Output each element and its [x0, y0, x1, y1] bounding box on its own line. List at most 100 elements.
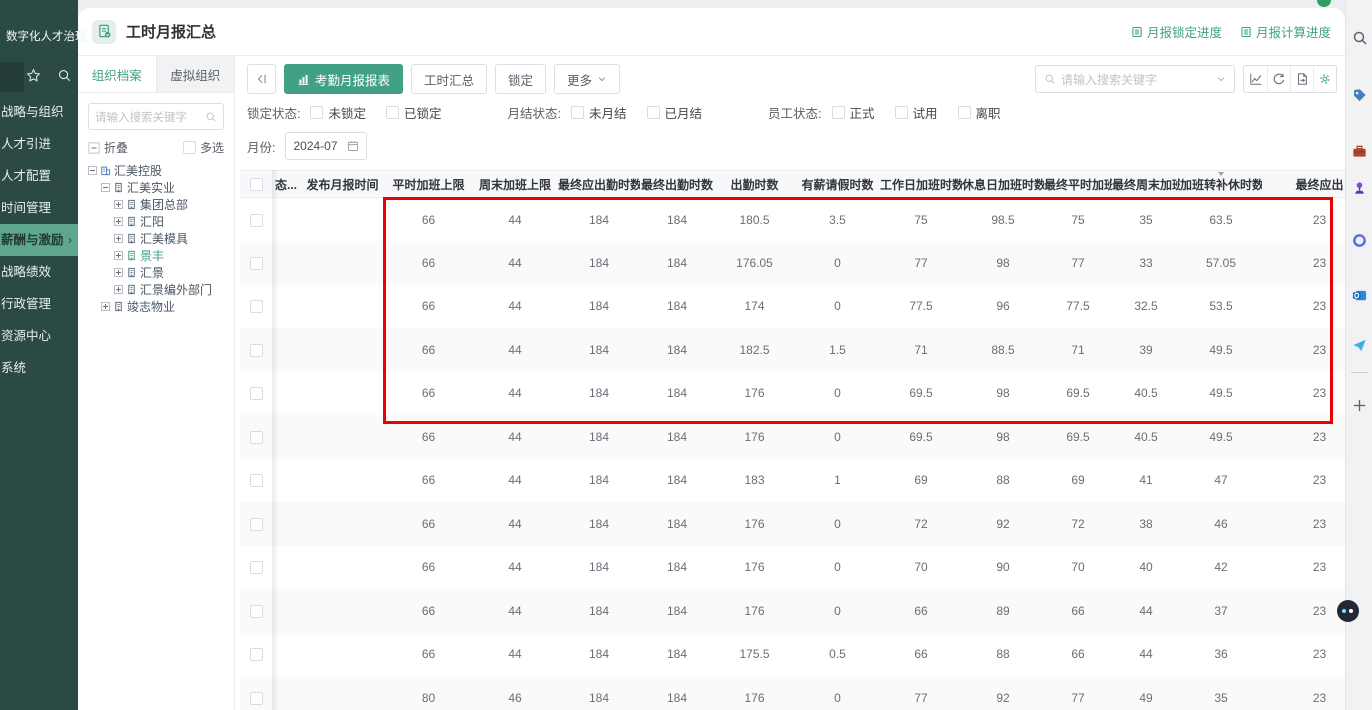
- sidebar-item-6[interactable]: 行政管理: [0, 288, 78, 320]
- cell-4-3: 184: [640, 372, 714, 416]
- row-checkbox[interactable]: [250, 605, 263, 618]
- floating-assistant-button[interactable]: [1337, 600, 1359, 622]
- tab-virtual-org[interactable]: 虚拟组织: [156, 56, 235, 92]
- sidebar-search-icon[interactable]: [57, 68, 72, 88]
- sidebar-item-5[interactable]: 战略绩效: [0, 256, 78, 288]
- hours-summary-button[interactable]: 工时汇总: [411, 64, 487, 94]
- empty-cell: [272, 415, 300, 459]
- export-button[interactable]: [1290, 66, 1313, 92]
- filter-option-0-1: 已锁定: [386, 103, 442, 122]
- expand-icon[interactable]: [114, 217, 123, 226]
- filter-checkbox[interactable]: [647, 106, 660, 119]
- row-checkbox[interactable]: [250, 561, 263, 574]
- month-picker[interactable]: 2024-07: [285, 132, 367, 160]
- more-button[interactable]: 更多: [554, 64, 620, 94]
- cell-1-11: 23: [1262, 241, 1345, 285]
- cell-7-6: 72: [880, 502, 962, 546]
- collapse-icon[interactable]: [88, 166, 97, 175]
- page-header: 工时月报汇总 月报锁定进度 月报计算进度: [78, 8, 1345, 56]
- add-button[interactable]: [1346, 394, 1372, 416]
- attendance-monthly-report-button[interactable]: 考勤月报报表: [284, 64, 403, 94]
- sidebar-item-2[interactable]: 人才配置: [0, 160, 78, 192]
- cell-10-5: 0.5: [795, 633, 880, 677]
- header-label: 最终平时加班: [1044, 178, 1112, 192]
- settings-button[interactable]: [1313, 66, 1336, 92]
- report-lock-progress-link[interactable]: 月报锁定进度: [1131, 22, 1222, 41]
- cell-1-7: 98: [962, 241, 1044, 285]
- sidebar-item-0[interactable]: 战略与组织: [0, 96, 78, 128]
- swirl-icon[interactable]: [1346, 229, 1372, 251]
- expand-icon[interactable]: [114, 268, 123, 277]
- tree-node-7[interactable]: 汇景编外部门: [78, 281, 234, 298]
- empty-cell: [272, 198, 300, 242]
- select-all-checkbox[interactable]: [250, 178, 263, 191]
- filter-checkbox[interactable]: [832, 106, 845, 119]
- filter-checkbox[interactable]: [571, 106, 584, 119]
- filter-checkbox[interactable]: [895, 106, 908, 119]
- cell-5-10: 49.5: [1180, 415, 1262, 459]
- search-icon[interactable]: [1346, 27, 1372, 49]
- tag-icon[interactable]: [1346, 84, 1372, 106]
- row-checkbox[interactable]: [250, 214, 263, 227]
- row-checkbox[interactable]: [250, 474, 263, 487]
- filter-checkbox[interactable]: [958, 106, 971, 119]
- tree-node-3[interactable]: 汇阳: [78, 213, 234, 230]
- tree-node-2[interactable]: 集团总部: [78, 196, 234, 213]
- cell-1-5: 0: [795, 241, 880, 285]
- favorite-star-icon[interactable]: [26, 68, 41, 88]
- collapse-icon[interactable]: [101, 183, 110, 192]
- cell-8-5: 0: [795, 546, 880, 590]
- sidebar-item-7[interactable]: 资源中心: [0, 320, 78, 352]
- tree-node-label: 汇景编外部门: [140, 281, 212, 298]
- trend-chart-button[interactable]: [1244, 66, 1267, 92]
- expand-icon[interactable]: [114, 200, 123, 209]
- sidebar-item-8[interactable]: 系统: [0, 352, 78, 384]
- empty-cell: [300, 676, 385, 710]
- tree-node-0[interactable]: 汇美控股: [78, 162, 234, 179]
- collapse-tree-button[interactable]: [247, 64, 276, 94]
- tree-node-5[interactable]: 景丰: [78, 247, 234, 264]
- row-checkbox[interactable]: [250, 518, 263, 531]
- fold-icon[interactable]: [88, 142, 100, 154]
- tree-node-4[interactable]: 汇美模具: [78, 230, 234, 247]
- expand-icon[interactable]: [114, 234, 123, 243]
- multiselect-checkbox[interactable]: [183, 141, 196, 154]
- expand-icon[interactable]: [114, 251, 123, 260]
- header-label: 平时加班上限: [392, 178, 464, 192]
- header-links: 月报锁定进度 月报计算进度: [1131, 22, 1331, 41]
- org-search-input[interactable]: 请输入搜索关键字: [88, 103, 224, 130]
- row-checkbox[interactable]: [250, 300, 263, 313]
- cell-2-0: 66: [385, 285, 472, 329]
- row-checkbox[interactable]: [250, 648, 263, 661]
- expand-icon[interactable]: [114, 285, 123, 294]
- tree-node-6[interactable]: 汇景: [78, 264, 234, 281]
- sidebar-item-1[interactable]: 人才引进: [0, 128, 78, 160]
- tree-node-1[interactable]: 汇美实业: [78, 179, 234, 196]
- row-checkbox[interactable]: [250, 692, 263, 705]
- header-cell-6: 最终出勤时数: [640, 171, 714, 198]
- refresh-button[interactable]: [1267, 66, 1290, 92]
- cell-5-7: 98: [962, 415, 1044, 459]
- filter-checkbox[interactable]: [310, 106, 323, 119]
- lock-button[interactable]: 锁定: [495, 64, 546, 94]
- row-checkbox[interactable]: [250, 257, 263, 270]
- sort-caret-icon[interactable]: [1218, 172, 1224, 176]
- expand-icon[interactable]: [101, 302, 110, 311]
- tab-org-archive[interactable]: 组织档案: [78, 56, 156, 92]
- paperplane-icon[interactable]: [1346, 334, 1372, 356]
- row-checkbox[interactable]: [250, 431, 263, 444]
- row-checkbox[interactable]: [250, 387, 263, 400]
- filter-checkbox[interactable]: [386, 106, 399, 119]
- report-calc-progress-link[interactable]: 月报计算进度: [1240, 22, 1331, 41]
- tree-node-8[interactable]: 竣志物业: [78, 298, 234, 315]
- sidebar-item-3[interactable]: 时间管理: [0, 192, 78, 224]
- row-checkbox[interactable]: [250, 344, 263, 357]
- sidebar-item-4[interactable]: 薪酬与激励›: [0, 224, 78, 256]
- outlook-icon[interactable]: [1346, 284, 1372, 306]
- briefcase-icon[interactable]: [1346, 140, 1372, 162]
- org-tree: 汇美控股汇美实业集团总部汇阳汇美模具景丰汇景汇景编外部门竣志物业: [78, 162, 234, 315]
- cell-5-2: 184: [558, 415, 640, 459]
- table-search-input[interactable]: 请输入搜索关键字: [1035, 65, 1235, 93]
- joystick-icon[interactable]: [1346, 177, 1372, 199]
- cell-6-3: 184: [640, 459, 714, 503]
